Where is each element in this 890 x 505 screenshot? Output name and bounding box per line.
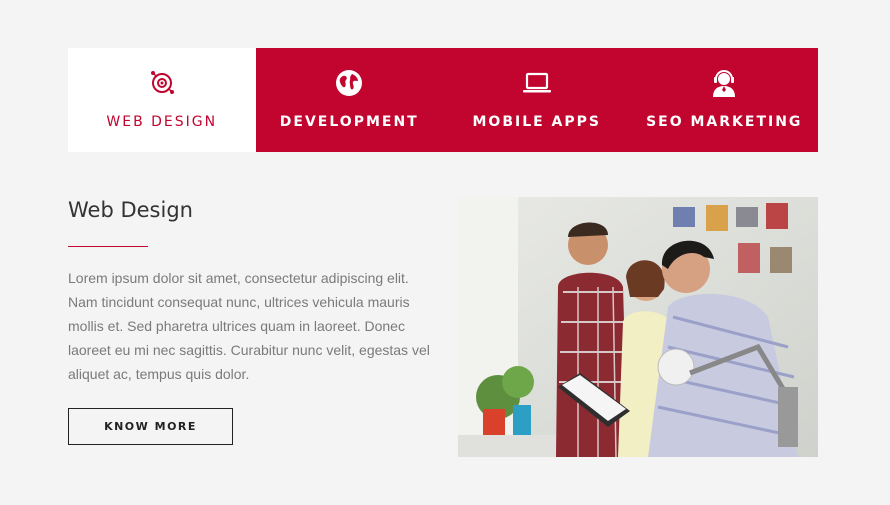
laptop-icon — [522, 68, 552, 98]
title-divider — [68, 246, 148, 247]
tab-web-design[interactable]: WEB DESIGN — [68, 48, 256, 152]
tab-seo-marketing[interactable]: SEO MARKETING — [630, 48, 818, 152]
know-more-button[interactable]: KNOW MORE — [68, 408, 233, 445]
web-design-icon — [147, 68, 177, 98]
globe-icon — [334, 68, 364, 98]
content-title: Web Design — [68, 198, 193, 222]
tab-label: MOBILE APPS — [472, 114, 601, 130]
tab-label: WEB DESIGN — [106, 114, 218, 130]
content-paragraph: Lorem ipsum dolor sit amet, consectetur … — [68, 270, 430, 382]
service-tabs: WEB DESIGN DEVELOPMENT MOBILE APPS SEO M… — [68, 48, 818, 152]
tab-development[interactable]: DEVELOPMENT — [255, 48, 443, 152]
tab-mobile-apps[interactable]: MOBILE APPS — [443, 48, 631, 152]
support-headset-icon — [709, 68, 739, 98]
team-photo — [458, 197, 818, 457]
tab-label: SEO MARKETING — [646, 114, 803, 130]
tab-label: DEVELOPMENT — [279, 114, 419, 130]
